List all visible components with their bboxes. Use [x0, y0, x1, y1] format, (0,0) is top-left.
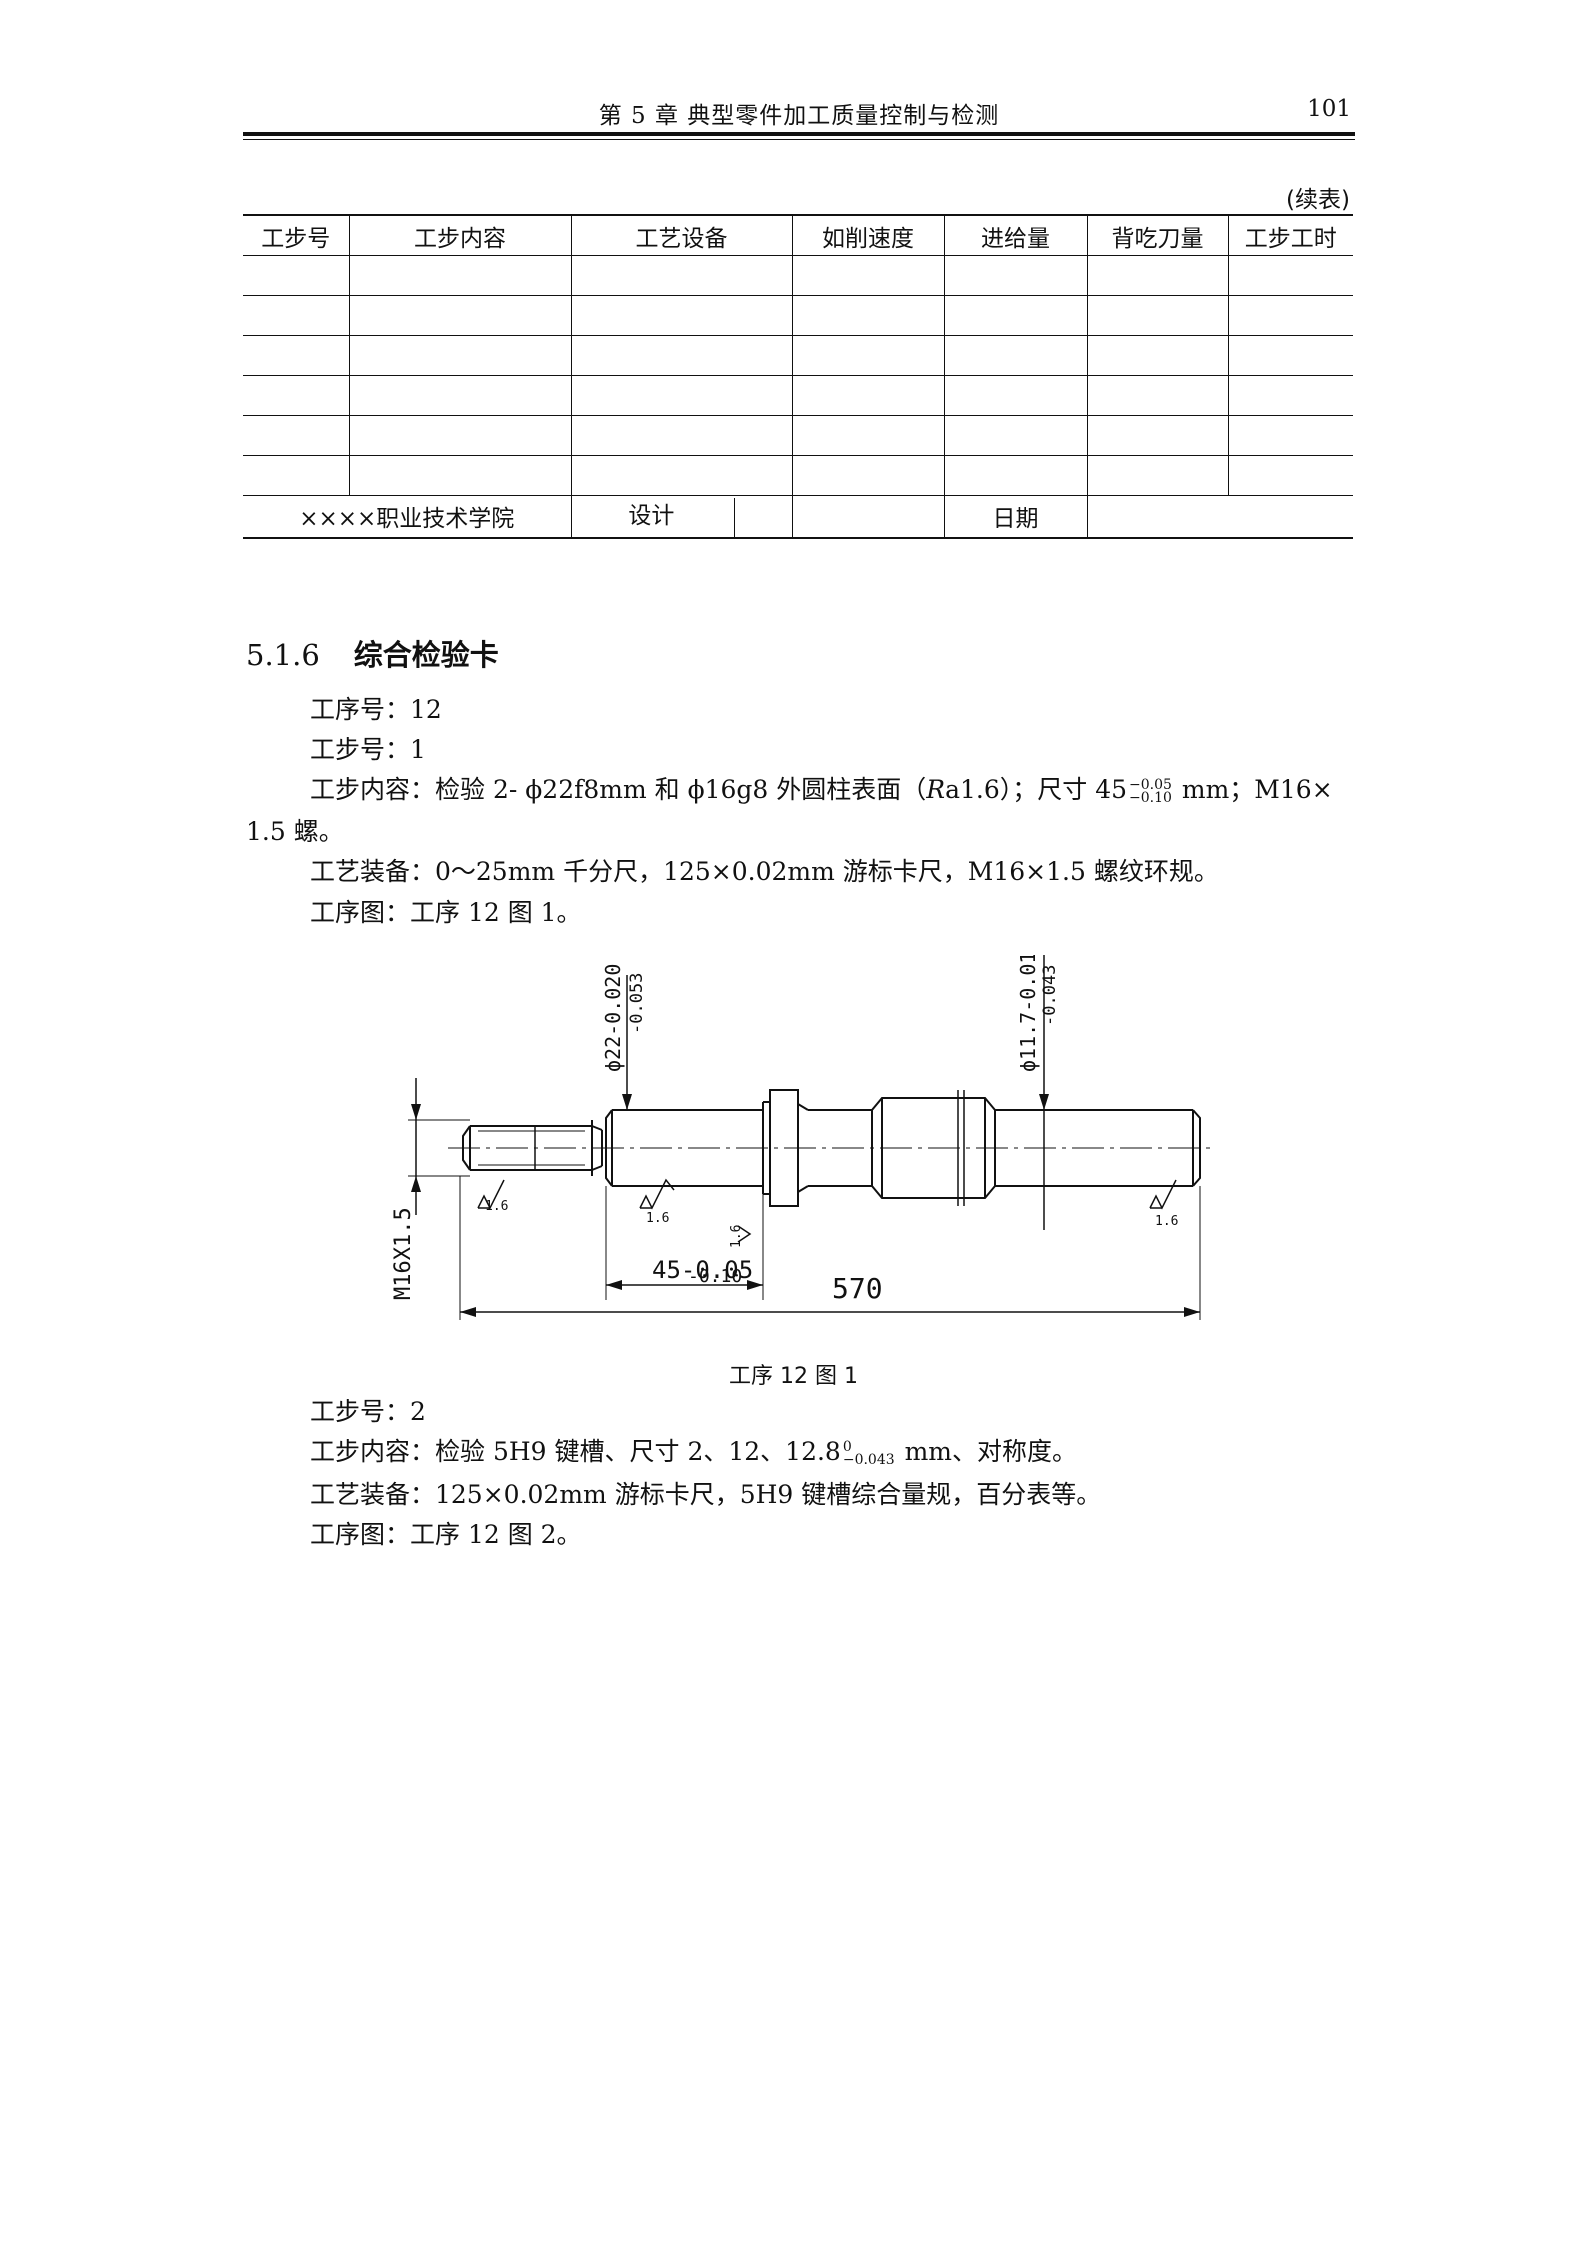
svg-text:1.6: 1.6: [1155, 1214, 1178, 1229]
col-feed: 进给量: [943, 214, 1088, 256]
col-cutting-speed: 如削速度: [791, 214, 945, 256]
figure1-caption: 工序 12 图 1: [729, 1364, 858, 1389]
date-value: [1086, 495, 1353, 539]
table-header-row: 工步号 工步内容 工艺设备 如削速度 进给量 背吃刀量 工步工时: [243, 214, 1353, 256]
header-rule-thick: [243, 132, 1355, 136]
step1-drawing-ref: 工序图：工序 12 图 1。: [310, 898, 582, 927]
dim-d117-lower: -0.043: [1040, 965, 1060, 1026]
step-number-1: 工步号：1: [310, 735, 426, 764]
dim-d22-lower: -0.053: [627, 973, 647, 1034]
process-number: 工序号：12: [310, 695, 442, 724]
table-row: [243, 335, 1353, 376]
page-number: 101: [1307, 96, 1351, 122]
running-header: 第 5 章 典型零件加工质量控制与检测 101: [243, 92, 1355, 132]
col-step-time: 工步工时: [1227, 214, 1353, 256]
table-row: [243, 375, 1353, 416]
dim-thread: M16X1.5: [391, 1207, 416, 1300]
process-step-table: 工步号 工步内容 工艺设备 如削速度 进给量 背吃刀量 工步工时 ××××职业技…: [243, 214, 1353, 539]
table-row: [243, 455, 1353, 496]
svg-text:1.6: 1.6: [485, 1199, 508, 1214]
table-row: [243, 295, 1353, 336]
table-row: [243, 255, 1353, 296]
roughness-symbol: 1.6: [1149, 1179, 1178, 1229]
section-number: 5.1.6: [246, 638, 320, 672]
step-number-2: 工步号：2: [310, 1397, 426, 1426]
table-row: [243, 415, 1353, 456]
dim-d22: ϕ22-0.020: [601, 964, 625, 1072]
col-step-content: 工步内容: [348, 214, 572, 256]
col-depth-of-cut: 背吃刀量: [1086, 214, 1229, 256]
shaft-drawing: ϕ22-0.020 -0.053 ϕ11.7-0.016 -0.043 M16X…: [391, 955, 1212, 1320]
document-page: 第 5 章 典型零件加工质量控制与检测 101 (续表) 工步号 工步内容 工艺…: [0, 0, 1587, 2245]
col-equipment: 工艺设备: [570, 214, 793, 256]
date-label: 日期: [943, 495, 1088, 539]
dim-45-lower: -0.10: [688, 1266, 742, 1287]
step2-equipment: 工艺装备：125×0.02mm 游标卡尺，5H9 键槽综合量规，百分表等。: [310, 1480, 1102, 1509]
dim-570: 570: [832, 1272, 883, 1305]
section-title: 综合检验卡: [353, 638, 499, 672]
header-rule-thin: [243, 139, 1355, 140]
roughness-symbol: 1.6: [729, 1225, 752, 1248]
step1-content-line1: 工步内容：检验 2- ϕ22f8mm 和 ϕ16g8 外圆柱表面（Ra1.6）；…: [310, 775, 1333, 806]
dim-d117: ϕ11.7-0.016: [1016, 955, 1040, 1072]
design-label: 设计: [570, 495, 793, 539]
tolerance-12-8: 0 −0.043: [842, 1438, 895, 1468]
step2-content: 工步内容：检验 5H9 键槽、尺寸 2、12、12.8 0 −0.043 mm、对称…: [310, 1437, 1078, 1468]
tolerance-45: −0.05 −0.10: [1129, 776, 1172, 806]
step1-equipment: 工艺装备：0～25mm 千分尺，125×0.02mm 游标卡尺，M16×1.5 …: [310, 857, 1219, 886]
col-step-no: 工步号: [243, 214, 350, 256]
continued-label: (续表): [1286, 187, 1350, 213]
table-footer-row: ××××职业技术学院 设计 日期: [243, 495, 1353, 539]
step1-content-line2: 1.5 螺。: [246, 817, 344, 846]
section-heading: 5.1.6 综合检验卡: [246, 632, 499, 674]
svg-text:1.6: 1.6: [729, 1225, 744, 1248]
svg-text:1.6: 1.6: [646, 1211, 669, 1226]
step2-drawing-ref: 工序图：工序 12 图 2。: [310, 1520, 582, 1549]
school-name: ××××职业技术学院: [243, 495, 572, 539]
thread-section: [462, 1120, 603, 1176]
roughness-symbol: 1.6: [477, 1179, 508, 1214]
design-value: [791, 495, 945, 539]
chapter-title: 第 5 章 典型零件加工质量控制与检测: [598, 103, 1000, 129]
